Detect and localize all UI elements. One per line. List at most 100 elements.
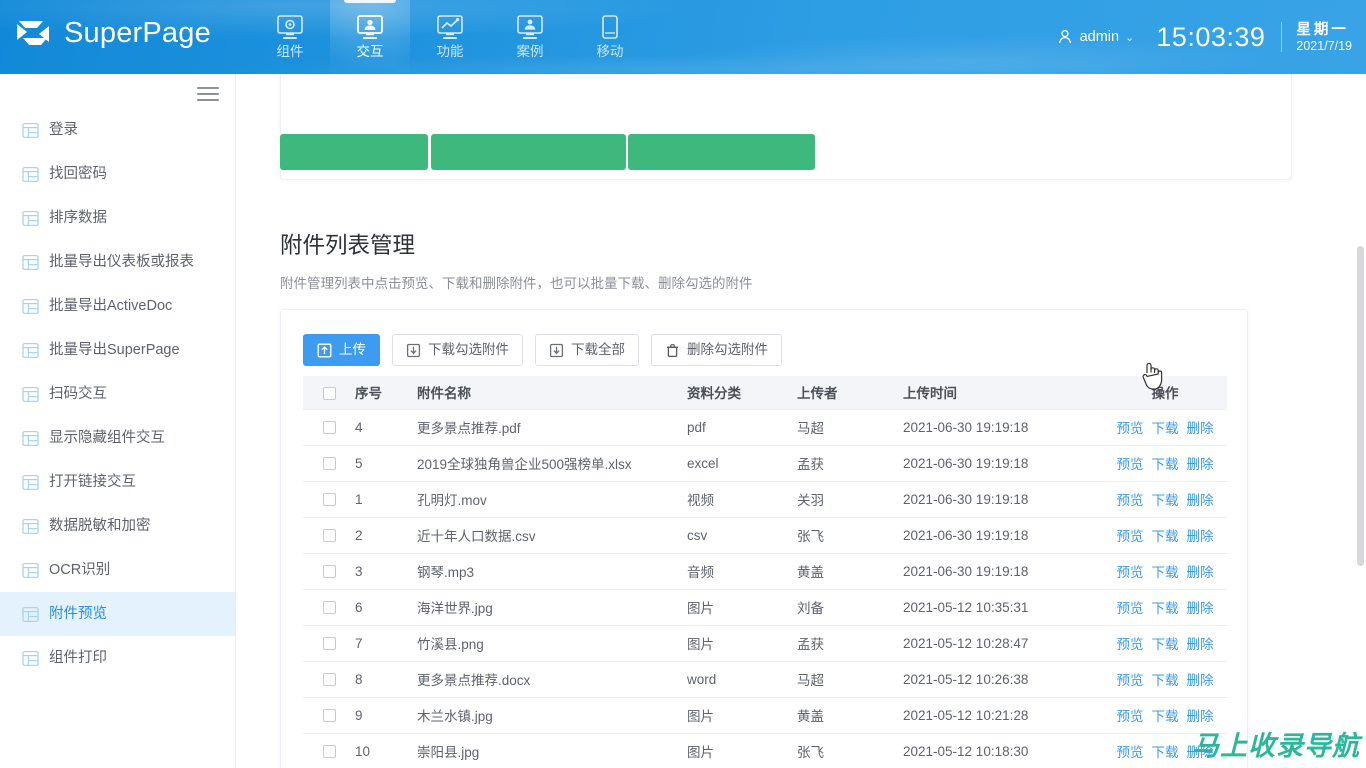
action-preview[interactable]: 预览 <box>1117 417 1144 437</box>
sidebar-item-1[interactable]: 找回密码 <box>0 152 235 196</box>
row-actions: 预览 下载 删除 <box>1103 489 1227 509</box>
sidebar-item-11[interactable]: 附件预览 <box>0 592 235 636</box>
action-delete[interactable]: 删除 <box>1187 453 1214 473</box>
select-all-checkbox[interactable] <box>322 386 336 400</box>
cell-filename: 2019全球独角兽企业500强榜单.xlsx <box>417 445 687 482</box>
action-download[interactable]: 下载 <box>1152 417 1179 437</box>
sidebar-item-7[interactable]: 显示隐藏组件交互 <box>0 416 235 460</box>
table-row[interactable]: 1 孔明灯.mov 视频 关羽 2021-06-30 19:19:18 预览 下载 删除 <box>303 481 1227 518</box>
row-checkbox[interactable] <box>322 709 336 723</box>
row-actions: 预览 下载 删除 <box>1103 453 1227 473</box>
row-checkbox[interactable] <box>322 745 336 759</box>
action-delete[interactable]: 删除 <box>1187 705 1214 725</box>
sidebar-item-6[interactable]: 扫码交互 <box>0 372 235 416</box>
action-delete[interactable]: 删除 <box>1187 561 1214 581</box>
page-icon <box>22 650 39 666</box>
scrolled-green-button[interactable] <box>628 134 815 170</box>
row-checkbox[interactable] <box>322 565 336 579</box>
user-menu[interactable]: admin ⌄ <box>1056 28 1134 46</box>
cell-uploadtime: 2021-05-12 10:28:47 <box>903 625 1103 662</box>
cell-actions: 预览 下载 删除 <box>1103 445 1227 482</box>
action-delete[interactable]: 删除 <box>1187 597 1214 617</box>
action-preview[interactable]: 预览 <box>1117 525 1144 545</box>
table-row[interactable]: 5 2019全球独角兽企业500强榜单.xlsx excel 孟获 2021-06-30… <box>303 445 1227 482</box>
cell-uploadtime: 2021-06-30 19:19:18 <box>903 517 1103 554</box>
action-delete[interactable]: 删除 <box>1187 417 1214 437</box>
table-row[interactable]: 2 近十年人口数据.csv csv 张飞 2021-06-30 19:19:18 预览 下载… <box>303 517 1227 554</box>
action-preview[interactable]: 预览 <box>1117 489 1144 509</box>
table-row[interactable]: 4 更多景点推荐.pdf pdf 马超 2021-06-30 19:19:18 预览 下载删… <box>303 409 1227 446</box>
row-checkbox[interactable] <box>322 601 336 615</box>
column-header-index[interactable]: 序号 <box>355 376 417 410</box>
scrolled-green-button[interactable] <box>431 134 626 170</box>
row-select-cell <box>303 697 355 734</box>
hamburger-icon[interactable] <box>197 85 219 103</box>
page-scrollbar-track[interactable] <box>1355 74 1366 768</box>
action-preview[interactable]: 预览 <box>1117 741 1144 761</box>
action-download[interactable]: 下载 <box>1152 741 1179 761</box>
row-checkbox[interactable] <box>322 421 336 435</box>
action-preview[interactable]: 预览 <box>1117 669 1144 689</box>
scrolled-green-button[interactable] <box>280 134 428 170</box>
row-checkbox[interactable] <box>322 637 336 651</box>
button-label: 删除勾选附件 <box>687 342 768 357</box>
action-download[interactable]: 下载 <box>1152 453 1179 473</box>
action-delete[interactable]: 删除 <box>1187 489 1214 509</box>
cell-actions: 预览 下载 删除 <box>1103 481 1227 518</box>
column-header-uploadtime[interactable]: 上传时间 <box>903 376 1103 410</box>
row-checkbox[interactable] <box>322 529 336 543</box>
action-preview[interactable]: 预览 <box>1117 597 1144 617</box>
table-row[interactable]: 10 崇阳县.jpg 图片 张飞 2021-05-12 10:18:30 预览 下载 删除 <box>303 733 1227 768</box>
nav-item-components[interactable]: 组件 <box>250 0 330 74</box>
table-row[interactable]: 8 更多景点推荐.docx word 马超 2021-05-12 10:26:38 预览下… <box>303 661 1227 698</box>
sidebar-item-10[interactable]: OCR识别 <box>0 548 235 592</box>
action-download[interactable]: 下载 <box>1152 561 1179 581</box>
nav-item-features[interactable]: 功能 <box>410 0 490 74</box>
action-delete[interactable]: 删除 <box>1187 669 1214 689</box>
nav-item-cases[interactable]: 案例 <box>490 0 570 74</box>
weekday-label: 星期一 <box>1296 21 1349 38</box>
action-download[interactable]: 下载 <box>1152 597 1179 617</box>
row-select-cell <box>303 661 355 698</box>
sidebar-item-3[interactable]: 批量导出仪表板或报表 <box>0 240 235 284</box>
upload-button[interactable]: 上传 <box>303 334 380 366</box>
sidebar-item-2[interactable]: 排序数据 <box>0 196 235 240</box>
column-header-uploader[interactable]: 上传者 <box>797 376 903 410</box>
table-row[interactable]: 3 钢琴.mp3 音频 黄盖 2021-06-30 19:19:18 预览 下载 删除 <box>303 553 1227 590</box>
action-download[interactable]: 下载 <box>1152 633 1179 653</box>
nav-item-mobile[interactable]: 移动 <box>570 0 650 74</box>
action-download[interactable]: 下载 <box>1152 705 1179 725</box>
delete-selected-button[interactable]: 删除勾选附件 <box>651 334 782 366</box>
download-all-button[interactable]: 下载全部 <box>535 334 639 366</box>
table-row[interactable]: 7 竹溪县.png 图片 孟获 2021-05-12 10:28:47 预览 下载 删除 <box>303 625 1227 662</box>
sidebar-item-9[interactable]: 数据脱敏和加密 <box>0 504 235 548</box>
page-icon <box>22 430 39 446</box>
download-selected-button[interactable]: 下载勾选附件 <box>392 334 523 366</box>
sidebar-item-12[interactable]: 组件打印 <box>0 636 235 680</box>
action-delete[interactable]: 删除 <box>1187 525 1214 545</box>
action-download[interactable]: 下载 <box>1152 525 1179 545</box>
action-download[interactable]: 下载 <box>1152 669 1179 689</box>
column-header-category[interactable]: 资料分类 <box>687 376 797 410</box>
sidebar-item-8[interactable]: 打开链接交互 <box>0 460 235 504</box>
row-checkbox[interactable] <box>322 457 336 471</box>
action-preview[interactable]: 预览 <box>1117 633 1144 653</box>
sidebar-item-0[interactable]: 登录 <box>0 108 235 152</box>
action-delete[interactable]: 删除 <box>1187 633 1214 653</box>
sidebar-item-4[interactable]: 批量导出ActiveDoc <box>0 284 235 328</box>
brand-logo[interactable]: SuperPage <box>13 12 211 54</box>
row-checkbox[interactable] <box>322 673 336 687</box>
page-scrollbar-thumb[interactable] <box>1357 246 1364 566</box>
action-preview[interactable]: 预览 <box>1117 705 1144 725</box>
row-checkbox[interactable] <box>322 493 336 507</box>
sidebar-menu: 登录 找回密码 排序数据 批量导出仪表板或报表 批量导出ActiveDoc 批量导出Sup… <box>0 108 235 680</box>
action-download[interactable]: 下载 <box>1152 489 1179 509</box>
action-preview[interactable]: 预览 <box>1117 561 1144 581</box>
table-row[interactable]: 6 海洋世界.jpg 图片 刘备 2021-05-12 10:35:31 预览 下载 删除 <box>303 589 1227 626</box>
cell-index: 7 <box>355 625 417 662</box>
nav-item-interaction[interactable]: 交互 <box>330 0 410 74</box>
sidebar-item-5[interactable]: 批量导出SuperPage <box>0 328 235 372</box>
column-header-filename[interactable]: 附件名称 <box>417 376 687 410</box>
table-row[interactable]: 9 木兰水镇.jpg 图片 黄盖 2021-05-12 10:21:28 预览 下载 删除 <box>303 697 1227 734</box>
action-preview[interactable]: 预览 <box>1117 453 1144 473</box>
